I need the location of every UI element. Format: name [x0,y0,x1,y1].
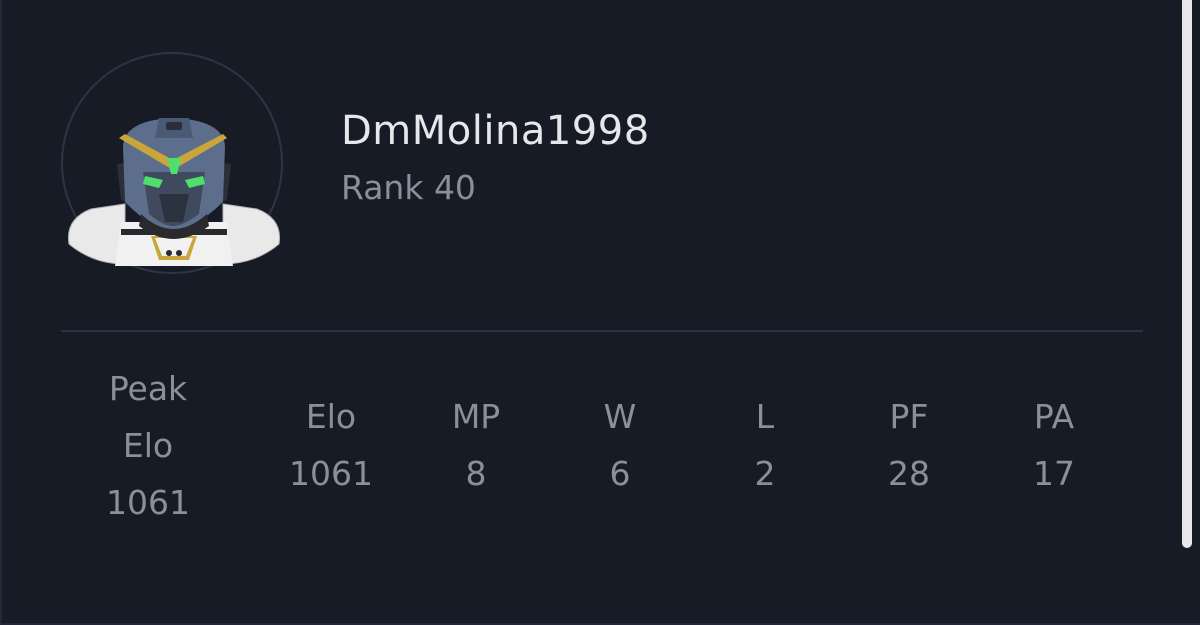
stat-peak-elo: Peak Elo 1061 [58,360,238,531]
stat-points-against-label: PA [1033,397,1075,436]
player-username: DmMolina1998 [341,108,650,154]
section-divider [61,330,1143,332]
vertical-scrollbar[interactable] [1182,0,1192,548]
player-profile-card: DmMolina1998 Rank 40 Peak Elo 1061 Elo 1… [0,0,1200,625]
player-avatar [61,52,283,274]
robot-avatar-icon [67,118,281,266]
player-rank: Rank 40 [341,168,476,207]
stat-peak-elo-value: 1061 [106,483,190,522]
stat-points-against-value: 17 [1033,454,1075,493]
stat-peak-elo-label-line1: Peak [108,369,188,408]
stat-peak-elo-label-line2: Elo [122,426,174,465]
stat-points-against: PA 17 [964,388,1144,502]
